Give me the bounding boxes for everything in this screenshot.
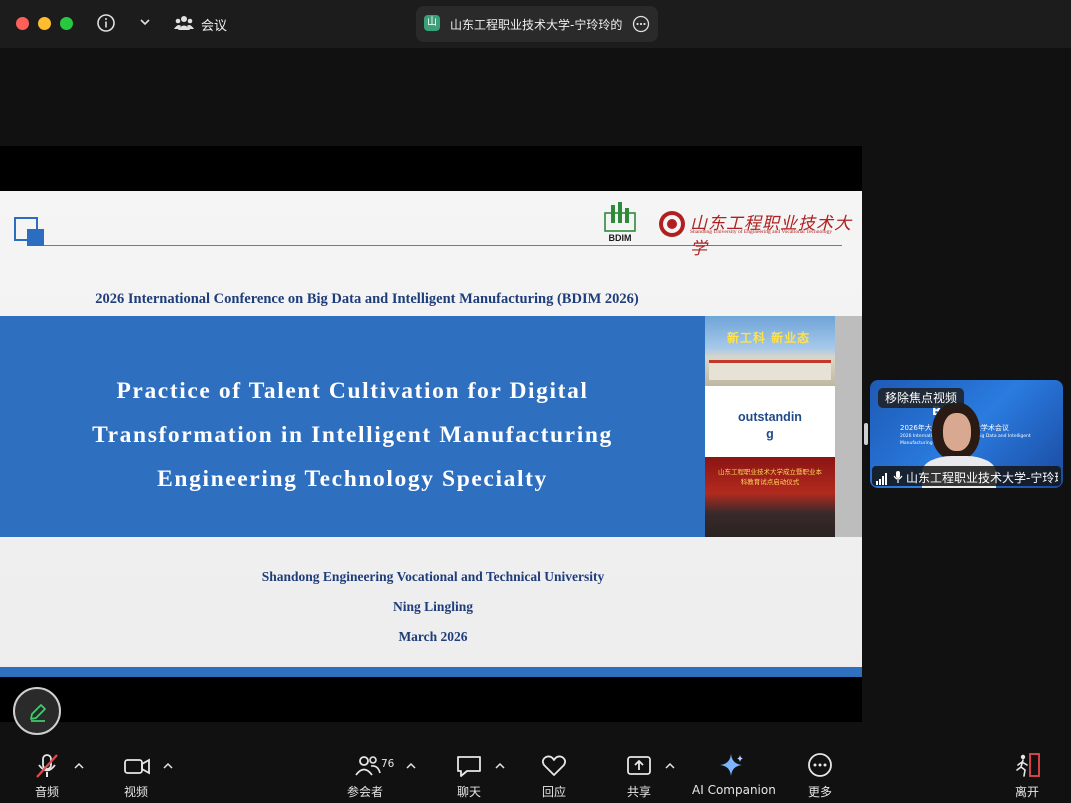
- more-button[interactable]: 更多: [806, 752, 834, 800]
- remove-spotlight-button[interactable]: 移除焦点视频: [878, 388, 965, 408]
- ceremony-photo: 山东工程职业技术大学成立暨职业本科教育试点启动仪式: [705, 457, 835, 537]
- zoom-meeting-window: 会议 山 山东工程职业技术大学-宁玲玲的 BDIM 山东工程职业技术大学 Sha…: [0, 0, 1071, 803]
- side-photo-column: 新工科 新业态 outstandin g 山东工程职业技术大学成立暨职业本科教育…: [705, 316, 835, 537]
- mic-muted-icon: [33, 752, 61, 780]
- university-seal-icon: [658, 210, 686, 238]
- title-line-2: Transformation in Intelligent Manufactur…: [92, 422, 613, 448]
- tab-title: 山东工程职业技术大学-宁玲玲的: [450, 18, 623, 32]
- chat-button[interactable]: 聊天: [454, 752, 484, 800]
- outstanding-line-1: outstandin: [738, 410, 802, 424]
- campus-photo: 新工科 新业态: [705, 316, 835, 386]
- share-label: 共享: [627, 785, 652, 799]
- title-bar: 会议 山 山东工程职业技术大学-宁玲玲的: [0, 0, 1071, 48]
- heart-icon: [540, 752, 568, 780]
- presentation-date: March 2026: [398, 629, 468, 644]
- meeting-toolbar: 音频 视频 参会者 76 聊天 回应 共享 AI Companion 更多 离开: [0, 740, 1071, 803]
- participants-options-caret-icon[interactable]: [405, 757, 417, 769]
- presentation-slide: BDIM 山东工程职业技术大学 Shandong University of E…: [0, 191, 862, 677]
- more-options-icon[interactable]: [632, 15, 650, 37]
- slide-bottom-bar: [0, 667, 862, 677]
- title-line-3: Engineering Technology Specialty: [157, 466, 548, 492]
- tab-avatar-badge: 山: [424, 15, 440, 31]
- audio-options-caret-icon[interactable]: [73, 757, 85, 769]
- info-icon[interactable]: [95, 12, 117, 34]
- leave-door-icon: [1014, 752, 1042, 780]
- sparkle-icon: [718, 752, 746, 780]
- audio-label: 音频: [35, 785, 60, 799]
- video-name-bar: 山东工程职业技术大学-宁玲玲: [872, 466, 1061, 486]
- meeting-tab[interactable]: 山 山东工程职业技术大学-宁玲玲的: [416, 6, 658, 42]
- more-icon: [806, 752, 834, 780]
- video-background-line-1: 2026年大数据与智能制造学术会议: [900, 423, 1060, 433]
- leave-label: 离开: [1015, 785, 1040, 799]
- video-options-caret-icon[interactable]: [162, 757, 174, 769]
- video-camera-icon: [123, 752, 151, 780]
- participants-icon: [354, 752, 382, 780]
- participant-name: 山东工程职业技术大学-宁玲玲: [906, 471, 1058, 485]
- speaker-face: [943, 413, 971, 451]
- mic-unmuted-icon: [892, 469, 904, 483]
- video-background-text: 2026年大数据与智能制造学术会议 2026 International Con…: [900, 423, 1060, 447]
- title-line-1: Practice of Talent Cultivation for Digit…: [116, 378, 589, 404]
- campus-building: [709, 360, 831, 380]
- reactions-button[interactable]: 回应: [539, 752, 569, 800]
- share-screen-icon: [625, 752, 653, 780]
- chat-options-caret-icon[interactable]: [494, 757, 506, 769]
- signal-strength-icon: [876, 470, 888, 485]
- chevron-down-icon[interactable]: [137, 14, 159, 36]
- slide-main-title: Practice of Talent Cultivation for Digit…: [0, 369, 705, 501]
- speaker-video-tile[interactable]: BD 6 2026年大数据与智能制造学术会议 2026 Internationa…: [870, 380, 1063, 488]
- participants-group-icon: [173, 12, 195, 34]
- video-background-line-2: 2026 International Conference on Big Dat…: [900, 434, 1031, 446]
- audio-button[interactable]: 音频: [30, 752, 64, 800]
- video-button[interactable]: 视频: [121, 752, 155, 800]
- title-band: Practice of Talent Cultivation for Digit…: [0, 316, 705, 537]
- author-university: Shandong Engineering Vocational and Tech…: [261, 569, 605, 584]
- pencil-icon: [30, 704, 46, 722]
- video-label: 视频: [124, 785, 149, 799]
- more-label: 更多: [808, 785, 833, 799]
- chat-bubble-icon: [455, 752, 483, 780]
- university-name-en: Shandong University of Engineering and V…: [690, 229, 832, 235]
- campus-photo-banner: 新工科 新业态: [727, 331, 811, 345]
- chat-label: 聊天: [457, 785, 482, 799]
- ai-companion-button[interactable]: AI Companion: [690, 752, 776, 800]
- shared-screen: BDIM 山东工程职业技术大学 Shandong University of E…: [0, 146, 862, 722]
- outstanding-line-2: g: [766, 427, 774, 441]
- ceremony-photo-banner: 山东工程职业技术大学成立暨职业本科教育试点启动仪式: [718, 468, 822, 486]
- fullscreen-window-button[interactable]: [60, 17, 73, 30]
- reactions-label: 回应: [542, 785, 567, 799]
- participants-label: 参会者: [347, 785, 384, 799]
- annotate-button[interactable]: [13, 687, 61, 735]
- meeting-label[interactable]: 会议: [201, 15, 227, 34]
- panel-resize-handle[interactable]: [864, 423, 868, 445]
- author-name: Ning Lingling: [393, 599, 473, 614]
- share-options-caret-icon[interactable]: [664, 757, 676, 769]
- participants-count: 76: [381, 758, 395, 770]
- minimize-window-button[interactable]: [38, 17, 51, 30]
- leave-button[interactable]: 离开: [1013, 752, 1043, 800]
- slide-side-strip: [835, 316, 862, 537]
- close-window-button[interactable]: [16, 17, 29, 30]
- conference-title: 2026 International Conference on Big Dat…: [95, 291, 639, 307]
- slide-logo-square-fill: [27, 229, 44, 246]
- share-button[interactable]: 共享: [624, 752, 654, 800]
- outstanding-label: outstandin g: [709, 409, 831, 443]
- bdim-logo-text: BDIM: [608, 233, 632, 243]
- ai-companion-label: AI Companion: [692, 783, 776, 797]
